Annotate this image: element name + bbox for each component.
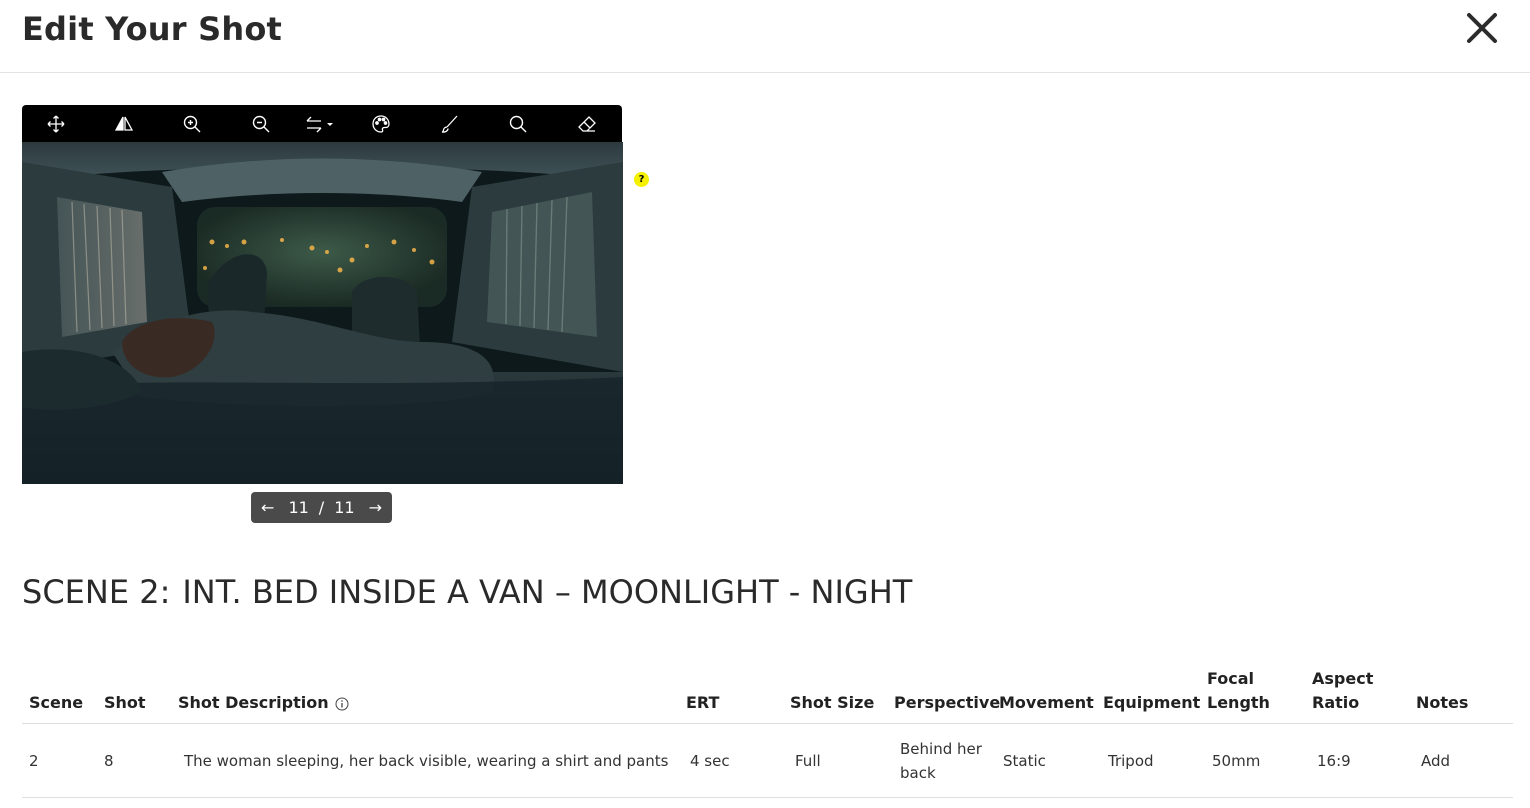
page-separator: / xyxy=(318,498,325,517)
cell-perspective: Behind her back xyxy=(900,737,982,785)
info-icon[interactable] xyxy=(335,697,349,711)
zoom-in-tool[interactable] xyxy=(175,105,209,142)
eraser-tool[interactable] xyxy=(570,105,604,142)
van-interior-image xyxy=(22,142,623,484)
flip-tool[interactable] xyxy=(107,105,141,142)
scene-slugline: INT. BED INSIDE A VAN – MOONLIGHT - NIGH… xyxy=(182,573,913,611)
editor-toolbar xyxy=(22,105,622,142)
prev-image-button[interactable]: ← xyxy=(261,498,274,517)
header-aspect-line2: Ratio xyxy=(1312,693,1360,712)
add-note-link[interactable]: Add xyxy=(1421,749,1450,773)
cell-shot-description: The woman sleeping, her back visible, we… xyxy=(184,752,669,770)
cell-scene: 2 xyxy=(29,752,39,770)
help-button[interactable]: ? xyxy=(634,172,649,187)
cell-ert: 4 sec xyxy=(690,752,730,770)
cell-shot-size: Full xyxy=(795,752,821,770)
modal-title: Edit Your Shot xyxy=(22,10,283,48)
header-focal-line2: Length xyxy=(1207,693,1270,712)
zoom-in-icon xyxy=(183,115,201,132)
table-header: Scene Shot Shot Description ERT Shot Siz… xyxy=(22,660,1513,724)
cell-perspective-line1: Behind her xyxy=(900,740,982,758)
flip-icon xyxy=(115,116,133,131)
cell-shot: 8 xyxy=(104,752,114,770)
header-shot-description: Shot Description xyxy=(178,691,349,715)
search-tool[interactable] xyxy=(501,105,535,142)
current-page: 11 xyxy=(288,498,309,517)
cell-focal-length: 50mm xyxy=(1212,752,1261,770)
zoom-out-tool[interactable] xyxy=(244,105,278,142)
header-movement: Movement xyxy=(999,693,1094,712)
zoom-out-icon xyxy=(252,115,270,132)
brush-tool[interactable] xyxy=(433,105,467,142)
search-icon xyxy=(509,115,527,132)
eraser-icon xyxy=(578,115,596,132)
cell-movement: Static xyxy=(1003,752,1046,770)
header-focal-length: Focal Length xyxy=(1207,667,1270,715)
close-icon xyxy=(1467,13,1497,43)
page-indicator: 11 / 11 xyxy=(288,498,354,517)
brush-icon xyxy=(441,115,458,133)
total-pages: 11 xyxy=(334,498,355,517)
move-tool[interactable] xyxy=(39,105,73,142)
header-ert: ERT xyxy=(686,693,720,712)
header-shot-size: Shot Size xyxy=(790,693,875,712)
image-pager: ← 11 / 11 → xyxy=(251,492,392,523)
header-shot-description-label: Shot Description xyxy=(178,693,329,712)
palette-tool[interactable] xyxy=(364,105,398,142)
close-button[interactable] xyxy=(1464,10,1500,46)
palette-icon xyxy=(372,114,390,133)
swap-icon xyxy=(306,116,333,132)
image-editor xyxy=(22,105,623,484)
header-notes: Notes xyxy=(1416,693,1469,712)
move-icon xyxy=(47,115,65,132)
cell-perspective-line2: back xyxy=(900,764,936,782)
scene-heading: SCENE 2: INT. BED INSIDE A VAN – MOONLIGH… xyxy=(22,573,912,611)
header-shot: Shot xyxy=(104,693,146,712)
header-aspect-line1: Aspect xyxy=(1312,669,1374,688)
cell-aspect-ratio: 16:9 xyxy=(1317,752,1351,770)
next-image-button[interactable]: → xyxy=(369,498,382,517)
header-equipment: Equipment xyxy=(1103,693,1201,712)
cell-equipment: Tripod xyxy=(1108,752,1154,770)
table-row[interactable]: 2 8 The woman sleeping, her back visible… xyxy=(22,724,1513,798)
header-aspect-ratio: Aspect Ratio xyxy=(1312,667,1373,715)
header-perspective: Perspective xyxy=(894,693,1001,712)
modal-header: Edit Your Shot xyxy=(0,0,1530,73)
header-focal-line1: Focal xyxy=(1207,669,1255,688)
shot-image[interactable] xyxy=(22,142,623,484)
scene-label: SCENE 2: xyxy=(22,573,171,611)
header-scene: Scene xyxy=(29,693,84,712)
swap-tool[interactable] xyxy=(304,105,338,142)
